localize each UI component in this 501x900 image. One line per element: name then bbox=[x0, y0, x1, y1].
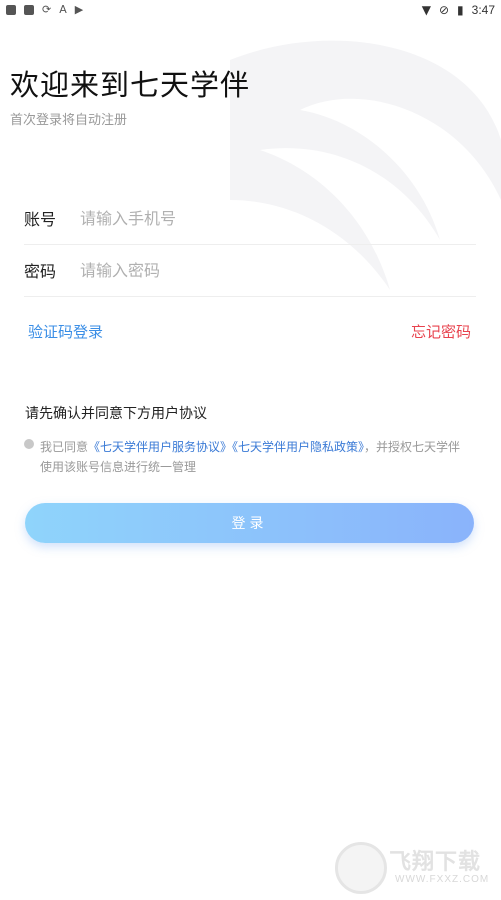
agreement-prefix: 我已同意 bbox=[40, 440, 89, 454]
watermark-text: 飞翔下载 bbox=[389, 850, 482, 875]
watermark: 飞翔下载 WWW.FXXZ.COM bbox=[333, 840, 493, 894]
watermark-url: WWW.FXXZ.COM bbox=[395, 874, 490, 885]
sync-icon: ⟳ bbox=[42, 3, 52, 16]
agreement-title: 请先确认并同意下方用户协议 bbox=[25, 406, 207, 422]
password-label: 密码 bbox=[24, 262, 57, 281]
password-input[interactable] bbox=[80, 260, 476, 280]
phone-input[interactable] bbox=[80, 208, 476, 228]
square-icon bbox=[6, 5, 16, 15]
square-icon bbox=[24, 5, 34, 15]
font-icon: A bbox=[59, 3, 67, 16]
status-bar: ⟳ A ▶ ▼ ⊘ ▮ 3:47 bbox=[0, 0, 501, 20]
page-subtitle: 首次登录将自动注册 bbox=[10, 113, 128, 128]
agreement-radio[interactable] bbox=[24, 439, 34, 449]
login-button[interactable]: 登录 bbox=[25, 503, 474, 543]
battery-icon: ▮ bbox=[457, 3, 464, 17]
service-agreement-link[interactable]: 《七天学伴用户服务协议》 bbox=[88, 440, 232, 454]
code-login-link[interactable]: 验证码登录 bbox=[28, 321, 103, 342]
agreement-text: 我已同意《七天学伴用户服务协议》《七天学伴用户隐私政策》，并授权七天学伴使用该账… bbox=[40, 437, 472, 477]
play-icon: ▶ bbox=[74, 3, 84, 16]
wifi-icon: ▼ bbox=[421, 3, 431, 17]
password-field: 密码 bbox=[24, 244, 476, 297]
watermark-logo-icon bbox=[335, 842, 387, 894]
no-sim-icon: ⊘ bbox=[438, 3, 450, 17]
status-time: 3:47 bbox=[471, 3, 495, 17]
phone-label: 账号 bbox=[24, 210, 57, 229]
forgot-password-link[interactable]: 忘记密码 bbox=[411, 321, 471, 342]
page-title: 欢迎来到七天学伴 bbox=[10, 68, 251, 102]
privacy-policy-link[interactable]: 《七天学伴用户隐私政策》 bbox=[232, 440, 364, 454]
phone-field: 账号 bbox=[24, 192, 476, 245]
